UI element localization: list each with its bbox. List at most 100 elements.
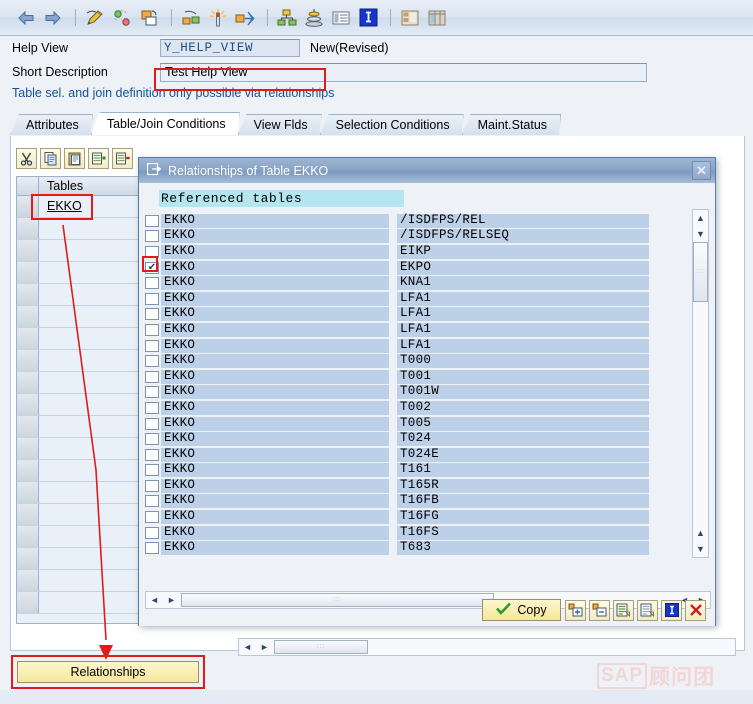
tab-selection-conditions[interactable]: Selection Conditions bbox=[320, 114, 464, 135]
table-row[interactable] bbox=[17, 350, 139, 372]
table-row[interactable] bbox=[17, 240, 139, 262]
table-name-cell[interactable] bbox=[39, 350, 139, 371]
table-name-cell[interactable] bbox=[39, 240, 139, 261]
relationship-row[interactable]: EKKO LFA1 bbox=[145, 338, 693, 354]
short-description-input[interactable]: Test Help View bbox=[160, 62, 647, 82]
table-name-cell[interactable] bbox=[39, 526, 139, 547]
row-selector[interactable] bbox=[17, 218, 39, 239]
hierarchy-icon[interactable] bbox=[275, 6, 299, 30]
row-selector[interactable] bbox=[17, 350, 39, 371]
table-row[interactable] bbox=[17, 372, 139, 394]
table-name-cell[interactable] bbox=[39, 592, 139, 613]
insert-row-button[interactable] bbox=[88, 148, 109, 169]
row-checkbox[interactable] bbox=[145, 214, 159, 227]
relationship-row[interactable]: EKKO T024 bbox=[145, 431, 693, 447]
row-selector[interactable] bbox=[17, 416, 39, 437]
row-selector[interactable] bbox=[17, 460, 39, 481]
table-name-cell[interactable] bbox=[39, 460, 139, 481]
row-selector[interactable] bbox=[17, 504, 39, 525]
row-checkbox[interactable] bbox=[145, 526, 159, 539]
relationship-row[interactable]: EKKO T005 bbox=[145, 416, 693, 432]
table-name-cell[interactable] bbox=[39, 306, 139, 327]
dialog-title-bar[interactable]: Relationships of Table EKKO ✕ bbox=[139, 158, 715, 183]
table-row[interactable] bbox=[17, 438, 139, 460]
table-row[interactable] bbox=[17, 548, 139, 570]
relationships-button[interactable]: Relationships bbox=[17, 661, 199, 683]
row-checkbox[interactable] bbox=[145, 308, 159, 321]
row-selector[interactable] bbox=[17, 306, 39, 327]
table-maintenance-icon[interactable] bbox=[398, 6, 422, 30]
scroll-up-icon[interactable]: ▲ bbox=[693, 210, 708, 226]
table-name-cell[interactable] bbox=[39, 262, 139, 283]
row-selector[interactable] bbox=[17, 284, 39, 305]
cancel-button[interactable] bbox=[685, 599, 706, 621]
where-used-list-icon[interactable] bbox=[179, 6, 203, 30]
table-name-cell[interactable] bbox=[39, 504, 139, 525]
table-row[interactable] bbox=[17, 504, 139, 526]
close-icon[interactable]: ✕ bbox=[692, 161, 711, 180]
copy-object-icon[interactable] bbox=[137, 6, 161, 30]
expand-all-button[interactable] bbox=[565, 599, 586, 621]
table-row[interactable] bbox=[17, 570, 139, 592]
table-name-cell[interactable] bbox=[39, 482, 139, 503]
row-checkbox[interactable] bbox=[145, 401, 159, 414]
row-checkbox[interactable] bbox=[145, 417, 159, 430]
table-row[interactable] bbox=[17, 218, 139, 240]
forward-arrow-icon[interactable] bbox=[41, 6, 65, 30]
table-name-cell[interactable] bbox=[39, 328, 139, 349]
scrollbar-thumb[interactable]: ::: bbox=[693, 242, 708, 302]
relationship-row[interactable]: EKKO KNA1 bbox=[145, 275, 693, 291]
row-checkbox[interactable] bbox=[145, 245, 159, 258]
collapse-all-button[interactable] bbox=[589, 599, 610, 621]
information-icon[interactable] bbox=[356, 6, 380, 30]
activate-refresh-icon[interactable] bbox=[110, 6, 134, 30]
relationship-row[interactable]: EKKO T024E bbox=[145, 447, 693, 463]
select-all-button[interactable] bbox=[613, 599, 634, 621]
tab-view-flds[interactable]: View Flds bbox=[238, 114, 322, 135]
row-checkbox[interactable] bbox=[145, 542, 159, 555]
relationship-row[interactable]: EKKO T000 bbox=[145, 353, 693, 369]
relationship-row[interactable]: EKKO T161 bbox=[145, 463, 693, 479]
scroll-down-bottom-icon[interactable]: ▼ bbox=[693, 541, 708, 557]
row-selector[interactable] bbox=[17, 482, 39, 503]
relationship-row[interactable]: EKKO T16FB bbox=[145, 494, 693, 510]
info-button[interactable] bbox=[661, 599, 682, 621]
display-change-pencil-icon[interactable] bbox=[83, 6, 107, 30]
row-checkbox[interactable] bbox=[145, 339, 159, 352]
relationship-row[interactable]: EKKO T16FS bbox=[145, 525, 693, 541]
row-checkbox[interactable] bbox=[145, 433, 159, 446]
row-checkbox[interactable] bbox=[145, 464, 159, 477]
table-row[interactable] bbox=[17, 262, 139, 284]
scroll-right-icon[interactable]: ► bbox=[256, 639, 273, 655]
relationship-row[interactable]: EKKO/ISDFPS/REL bbox=[145, 213, 693, 229]
table-row[interactable]: EKKO bbox=[17, 196, 139, 218]
table-name-cell[interactable] bbox=[39, 218, 139, 239]
deselect-all-button[interactable] bbox=[637, 599, 658, 621]
table-row[interactable] bbox=[17, 460, 139, 482]
table-row[interactable] bbox=[17, 416, 139, 438]
copy-button[interactable] bbox=[40, 148, 61, 169]
row-checkbox[interactable] bbox=[145, 355, 159, 368]
table-name-cell[interactable]: EKKO bbox=[39, 196, 139, 217]
grid-table-icon[interactable] bbox=[425, 6, 449, 30]
row-checkbox[interactable] bbox=[145, 386, 159, 399]
row-checkbox[interactable] bbox=[145, 370, 159, 383]
paste-button[interactable] bbox=[64, 148, 85, 169]
row-checkbox[interactable] bbox=[145, 495, 159, 508]
relationship-row[interactable]: EKKO LFA1 bbox=[145, 307, 693, 323]
row-checkbox[interactable] bbox=[145, 230, 159, 243]
table-row[interactable] bbox=[17, 284, 139, 306]
dialog-vertical-scrollbar[interactable]: ▲ ▼ ::: ▲ ▼ bbox=[692, 209, 709, 558]
relationship-row[interactable]: EKKO LFA1 bbox=[145, 291, 693, 307]
list-view-icon[interactable] bbox=[329, 6, 353, 30]
row-checkbox[interactable] bbox=[145, 448, 159, 461]
row-selector[interactable] bbox=[17, 438, 39, 459]
scroll-down-icon[interactable]: ▼ bbox=[693, 226, 708, 242]
relationship-row[interactable]: EKKO T001 bbox=[145, 369, 693, 385]
row-checkbox[interactable]: ✔ bbox=[145, 261, 159, 274]
row-selector[interactable] bbox=[17, 548, 39, 569]
row-checkbox[interactable] bbox=[145, 323, 159, 336]
back-arrow-icon[interactable] bbox=[14, 6, 38, 30]
row-selector[interactable] bbox=[17, 526, 39, 547]
scroll-up-bottom-icon[interactable]: ▲ bbox=[693, 525, 708, 541]
